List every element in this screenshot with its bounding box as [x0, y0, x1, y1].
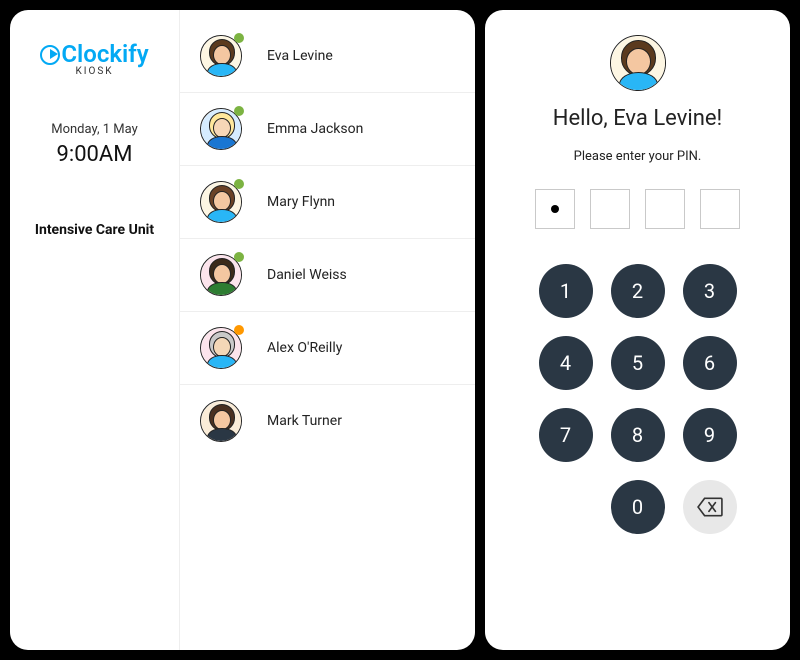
employee-name: Emma Jackson [267, 121, 363, 137]
employee-name: Daniel Weiss [267, 267, 347, 283]
keypad-key-0[interactable]: 0 [611, 480, 665, 534]
pin-digit-box [535, 189, 575, 229]
keypad-key-1[interactable]: 1 [539, 264, 593, 318]
current-date: Monday, 1 May [20, 122, 169, 137]
keypad-delete-button[interactable] [683, 480, 737, 534]
selected-user-avatar [610, 35, 666, 91]
keypad-key-4[interactable]: 4 [539, 336, 593, 390]
pin-input-row [535, 189, 740, 229]
pin-instruction: Please enter your PIN. [574, 149, 702, 164]
employee-name: Mark Turner [267, 413, 342, 429]
employee-avatar [200, 181, 242, 223]
pin-entry-panel: Hello, Eva Levine! Please enter your PIN… [485, 10, 790, 650]
status-dot [234, 252, 244, 262]
status-dot [234, 106, 244, 116]
keypad-key-2[interactable]: 2 [611, 264, 665, 318]
pin-keypad: 123 456 7890 [539, 264, 737, 534]
employee-avatar [200, 108, 242, 150]
employee-name: Eva Levine [267, 48, 333, 64]
employee-name: Mary Flynn [267, 194, 335, 210]
employee-list-item[interactable]: Daniel Weiss [180, 239, 475, 312]
pin-digit-box [645, 189, 685, 229]
employee-list-item[interactable]: Emma Jackson [180, 93, 475, 166]
unit-name: Intensive Care Unit [20, 222, 169, 238]
employee-name: Alex O'Reilly [267, 340, 342, 356]
employee-list-item[interactable]: Alex O'Reilly [180, 312, 475, 385]
employee-list-item[interactable]: Eva Levine [180, 20, 475, 93]
pin-digit-box [700, 189, 740, 229]
app-name: Clockify [61, 40, 148, 68]
employee-avatar [200, 254, 242, 296]
greeting-suffix: ! [717, 106, 723, 131]
employee-avatar [200, 400, 242, 442]
pin-dot-icon [551, 205, 559, 213]
employee-avatar [200, 35, 242, 77]
keypad-key-5[interactable]: 5 [611, 336, 665, 390]
employee-list: Eva Levine Emma Jackson Mary Flynn Daniel W… [180, 10, 475, 650]
keypad-key-9[interactable]: 9 [683, 408, 737, 462]
sidebar: Clockify KIOSK Monday, 1 May 9:00AM Inte… [10, 10, 180, 650]
greeting-name: Eva Levine [613, 106, 716, 131]
employee-avatar [200, 327, 242, 369]
status-dot [234, 33, 244, 43]
keypad-key-6[interactable]: 6 [683, 336, 737, 390]
current-time: 9:00AM [20, 142, 169, 167]
keypad-key-7[interactable]: 7 [539, 408, 593, 462]
greeting-text: Hello, Eva Levine! [553, 106, 722, 131]
keypad-key-8[interactable]: 8 [611, 408, 665, 462]
pin-digit-box [590, 189, 630, 229]
status-dot [234, 179, 244, 189]
keypad-key-3[interactable]: 3 [683, 264, 737, 318]
kiosk-list-panel: Clockify KIOSK Monday, 1 May 9:00AM Inte… [10, 10, 475, 650]
app-logo: Clockify KIOSK [20, 40, 169, 77]
employee-list-item[interactable]: Mary Flynn [180, 166, 475, 239]
status-dot [234, 325, 244, 335]
clock-icon [40, 45, 60, 65]
employee-list-item[interactable]: Mark Turner [180, 385, 475, 457]
greeting-prefix: Hello, [553, 106, 613, 131]
logo-text: Clockify [40, 40, 148, 68]
backspace-icon [697, 497, 723, 517]
